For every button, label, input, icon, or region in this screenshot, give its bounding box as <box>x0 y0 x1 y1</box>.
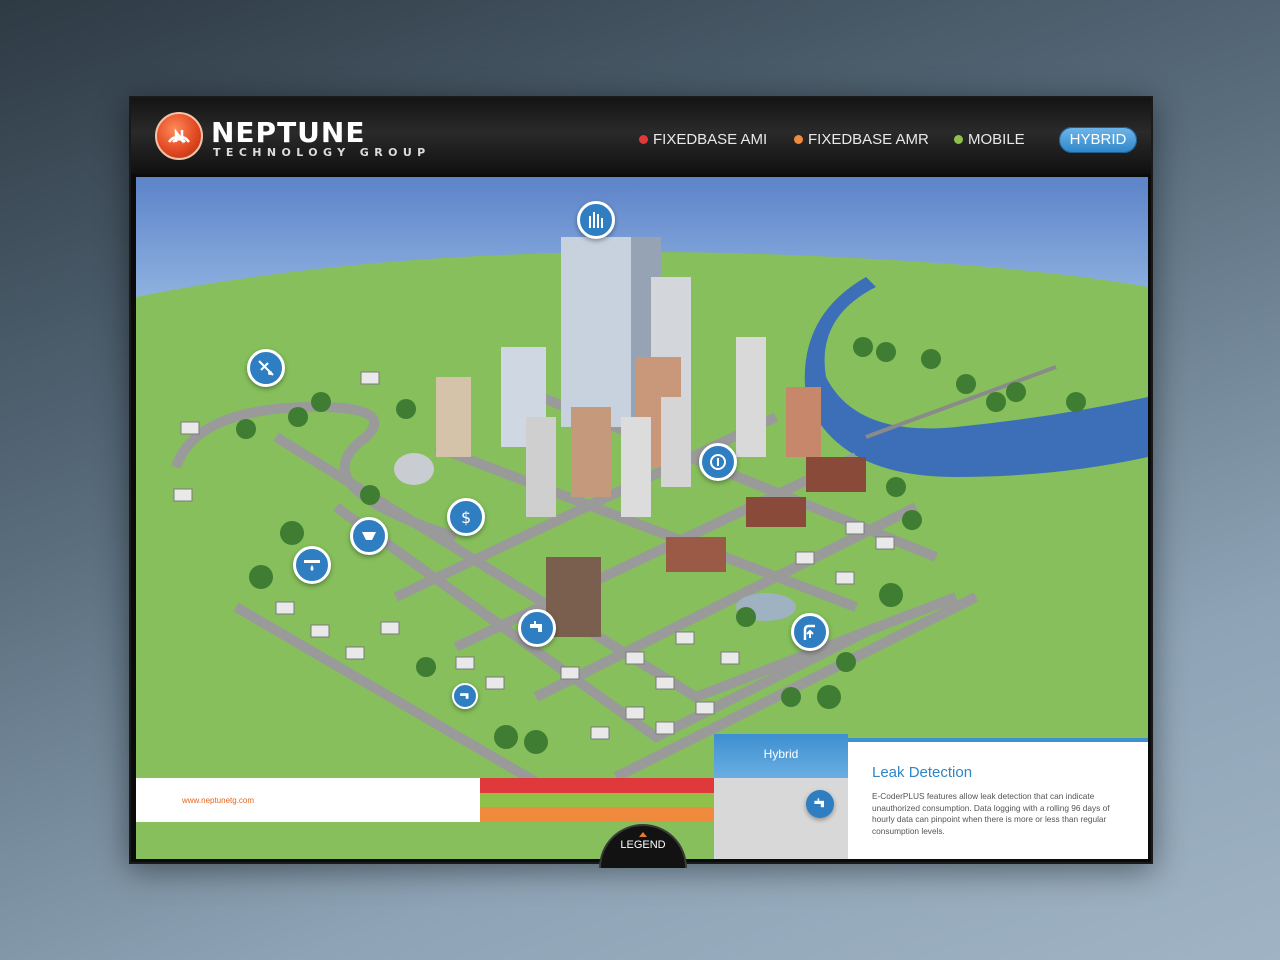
nav-fixedbase-ami[interactable]: FIXEDBASE AMI <box>639 131 767 148</box>
nav-mobile[interactable]: MOBILE <box>954 131 1025 148</box>
billing-dollar-icon[interactable]: $ <box>447 498 485 536</box>
brand-tagline: TECHNOLOGY GROUP <box>213 146 431 159</box>
info-shield-icon[interactable] <box>699 443 737 481</box>
info-mode-column: Hybrid <box>714 734 848 859</box>
info-panel: Hybrid Leak Detection E-CoderPLUS featur… <box>714 734 1148 859</box>
info-body: E-CoderPLUS features allow leak detectio… <box>872 791 1110 836</box>
header-bar: NEPTUNE TECHNOLOGY GROUP FIXEDBASE AMI F… <box>131 98 1151 174</box>
pipe-upload-icon[interactable] <box>791 613 829 651</box>
neptune-logo-icon[interactable] <box>155 112 203 160</box>
info-content: Leak Detection E-CoderPLUS features allo… <box>848 738 1148 859</box>
nav-label: FIXEDBASE AMI <box>653 131 768 148</box>
legend-color-bars <box>480 778 714 822</box>
legend-label: LEGEND <box>620 839 666 851</box>
nav-label: FIXEDBASE AMR <box>808 131 929 148</box>
legend-bar-red <box>480 778 714 793</box>
app-frame: NEPTUNE TECHNOLOGY GROUP FIXEDBASE AMI F… <box>129 96 1153 868</box>
orange-dot-icon <box>794 135 803 144</box>
meter-reading-tower-icon[interactable] <box>577 201 615 239</box>
green-dot-icon <box>954 135 963 144</box>
svg-text:$: $ <box>461 508 471 527</box>
radio-signal-icon[interactable] <box>247 349 285 387</box>
faucet-small-icon[interactable] <box>452 683 478 709</box>
legend-bar-green <box>480 792 714 808</box>
nav-label: MOBILE <box>968 131 1025 148</box>
caret-up-icon <box>639 832 647 837</box>
red-dot-icon <box>639 135 648 144</box>
water-tank-icon[interactable] <box>350 517 388 555</box>
nav-fixedbase-amr[interactable]: FIXEDBASE AMR <box>794 131 929 148</box>
nav-hybrid-button[interactable]: HYBRID <box>1059 127 1137 153</box>
mode-label: Hybrid <box>714 734 848 778</box>
brand-name: NEPTUNE <box>211 116 366 149</box>
leak-drop-icon[interactable] <box>293 546 331 584</box>
website-link[interactable]: www.neptunetg.com <box>182 796 254 805</box>
legend-bar-orange <box>480 807 714 822</box>
info-title: Leak Detection <box>872 764 973 781</box>
footer-bar: www.neptunetg.com <box>136 778 480 822</box>
faucet-icon[interactable] <box>518 609 556 647</box>
faucet-icon <box>806 790 834 818</box>
